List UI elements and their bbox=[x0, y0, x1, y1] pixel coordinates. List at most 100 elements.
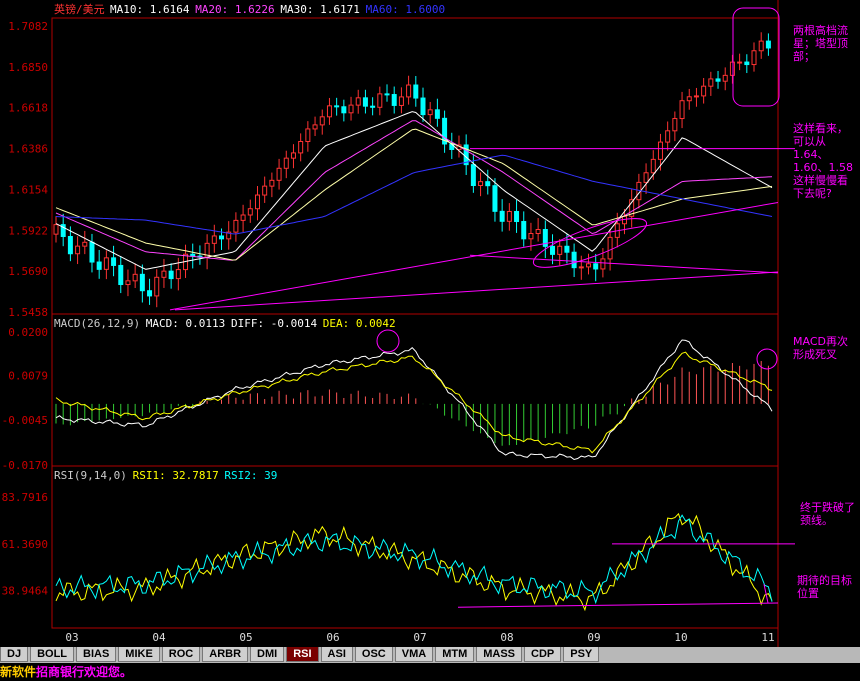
annotation-support: 这样看来，可以从1.64、1.60、1.58这样慢慢看下去呢? bbox=[793, 122, 853, 200]
candle-body bbox=[219, 235, 225, 240]
candle-body bbox=[298, 141, 304, 154]
tab-dmi[interactable]: DMI bbox=[250, 647, 285, 662]
candle-body bbox=[147, 290, 153, 297]
tab-roc[interactable]: ROC bbox=[161, 647, 201, 662]
tab-vma[interactable]: VMA bbox=[394, 647, 434, 662]
candle-body bbox=[276, 167, 282, 181]
candle-body bbox=[103, 257, 109, 270]
rsi-label: RSI1: 32.7817 bbox=[133, 469, 219, 482]
tab-psy[interactable]: PSY bbox=[563, 647, 600, 662]
tab-boll[interactable]: BOLL bbox=[30, 647, 75, 662]
price-ma-label: MA10: 1.6164 bbox=[110, 3, 190, 16]
rsi-ytick: 83.7916 bbox=[2, 491, 48, 504]
trendline bbox=[174, 271, 779, 311]
candle-body bbox=[535, 229, 541, 235]
candle-body bbox=[132, 273, 138, 282]
macd-dea-line bbox=[55, 351, 773, 454]
status-text: 招商银行欢迎您。 bbox=[36, 665, 133, 679]
candle-body bbox=[269, 179, 275, 187]
tab-bias[interactable]: BIAS bbox=[76, 647, 117, 662]
annotation-target: 期待的目标位置 bbox=[797, 574, 852, 600]
candle-body bbox=[729, 61, 735, 76]
x-axis-tick: 10 bbox=[674, 631, 687, 644]
candle-body bbox=[82, 241, 88, 247]
tab-mtm[interactable]: MTM bbox=[435, 647, 475, 662]
candle-body bbox=[600, 258, 606, 270]
candle-body bbox=[312, 124, 318, 130]
candle-body bbox=[348, 104, 354, 114]
tab-asi[interactable]: ASI bbox=[320, 647, 353, 662]
tab-dj[interactable]: DJ bbox=[0, 647, 29, 662]
candle-body bbox=[262, 185, 268, 196]
candle-body bbox=[578, 266, 584, 269]
candle-body bbox=[341, 106, 347, 114]
x-axis-tick: 07 bbox=[413, 631, 426, 644]
price-ytick: 1.5690 bbox=[8, 265, 48, 278]
candle-body bbox=[593, 263, 599, 270]
rsi-label: RSI(9,14,0) bbox=[54, 469, 127, 482]
candle-body bbox=[657, 141, 663, 160]
candle-body bbox=[665, 130, 671, 143]
macd-label: DEA: 0.0042 bbox=[323, 317, 396, 330]
candle-body bbox=[715, 78, 721, 82]
price-ma-label: MA20: 1.6226 bbox=[195, 3, 274, 16]
candle-body bbox=[420, 97, 426, 116]
candle-body bbox=[744, 61, 750, 66]
tab-arbr[interactable]: ARBR bbox=[202, 647, 249, 662]
candle-body bbox=[355, 97, 361, 106]
annotation-top: 两根高档流星；塔型顶部； bbox=[793, 24, 848, 63]
tab-cdp[interactable]: CDP bbox=[524, 647, 562, 662]
candle-body bbox=[290, 152, 296, 159]
status-bar: 新软件招商银行欢迎您。 bbox=[0, 663, 860, 681]
macd-ytick: 0.0200 bbox=[8, 326, 48, 339]
rsi-ytick: 61.3690 bbox=[2, 538, 48, 551]
candle-body bbox=[398, 96, 404, 106]
tab-mass[interactable]: MASS bbox=[476, 647, 523, 662]
candle-body bbox=[607, 236, 613, 260]
tab-mike[interactable]: MIKE bbox=[118, 647, 160, 662]
candle-body bbox=[362, 97, 368, 107]
rsi-ytick: 38.9464 bbox=[2, 585, 49, 598]
rsi-rsi1-line bbox=[55, 512, 773, 612]
candle-body bbox=[557, 245, 563, 255]
x-axis-tick: 05 bbox=[239, 631, 252, 644]
candle-body bbox=[370, 105, 376, 108]
candle-body bbox=[161, 270, 167, 278]
macd-ytick: -0.0045 bbox=[2, 414, 48, 427]
candle-body bbox=[550, 245, 556, 255]
candle-body bbox=[758, 40, 764, 52]
macd-label: MACD: 0.0113 bbox=[146, 317, 225, 330]
x-axis-tick: 03 bbox=[65, 631, 78, 644]
macd-ytick: 0.0079 bbox=[8, 369, 48, 382]
price-ytick: 1.6386 bbox=[8, 143, 48, 156]
candle-body bbox=[406, 84, 412, 98]
candle-body bbox=[319, 116, 325, 126]
candle-body bbox=[139, 273, 145, 292]
tab-osc[interactable]: OSC bbox=[354, 647, 393, 662]
candle-body bbox=[75, 245, 81, 255]
candle-body bbox=[233, 219, 239, 233]
candle-body bbox=[564, 245, 570, 253]
candle-body bbox=[722, 74, 728, 82]
candle-body bbox=[240, 214, 246, 221]
candle-body bbox=[211, 235, 217, 244]
rsi-label: RSI2: 39 bbox=[224, 469, 277, 482]
candle-body bbox=[413, 84, 419, 99]
price-ytick: 1.7082 bbox=[8, 20, 48, 33]
price-ma-label: MA30: 1.6171 bbox=[280, 3, 359, 16]
candle-body bbox=[89, 241, 95, 263]
candle-body bbox=[254, 194, 260, 210]
candle-body bbox=[765, 40, 771, 49]
candle-body bbox=[751, 50, 757, 66]
candle-body bbox=[650, 158, 656, 174]
candle-body bbox=[528, 233, 534, 240]
candle-body bbox=[514, 210, 520, 223]
target-line bbox=[457, 602, 779, 608]
x-axis-tick: 04 bbox=[152, 631, 166, 644]
macd-ytick: -0.0170 bbox=[2, 459, 48, 472]
tab-rsi[interactable]: RSI bbox=[286, 647, 319, 662]
candle-body bbox=[571, 251, 577, 269]
x-axis-tick: 09 bbox=[587, 631, 600, 644]
ma-line-ma10 bbox=[55, 111, 773, 270]
macd-label: MACD(26,12,9) bbox=[54, 317, 140, 330]
